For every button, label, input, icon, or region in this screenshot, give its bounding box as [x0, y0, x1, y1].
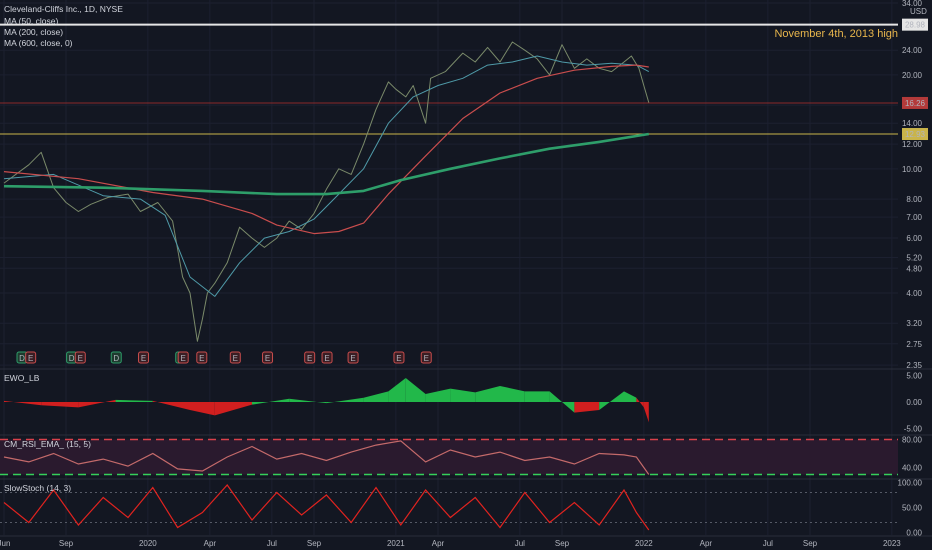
price-tick-label: 6.00: [906, 234, 922, 243]
event-marker-label[interactable]: D: [113, 354, 119, 363]
pane-tick-label: -5.00: [904, 425, 923, 434]
event-marker-label[interactable]: E: [181, 354, 186, 363]
event-marker-label[interactable]: E: [28, 354, 33, 363]
time-tick-label: Jul: [515, 539, 525, 548]
time-tick-label: Apr: [204, 539, 217, 548]
time-tick-label: Sep: [555, 539, 570, 548]
event-marker-label[interactable]: D: [69, 354, 75, 363]
price-tick-label: 12.00: [902, 140, 923, 149]
chart-canvas: DEDEDEDEEEEEEEEE EWO_LB5.000.00-5.00CM_R…: [0, 0, 932, 550]
time-tick-label: Jul: [267, 539, 277, 548]
price-tick-label: 4.80: [906, 264, 922, 273]
pane-tick-label: 100.00: [898, 479, 923, 488]
time-tick-label: 2020: [139, 539, 157, 548]
event-marker-label[interactable]: E: [307, 354, 312, 363]
rsi-band: [0, 439, 898, 475]
price-tag-label: 16.26: [905, 99, 926, 108]
time-tick-label: Sep: [59, 539, 74, 548]
time-tick-label: Jul: [763, 539, 773, 548]
event-marker-label[interactable]: E: [424, 354, 429, 363]
price-tick-label: 2.75: [906, 340, 922, 349]
time-tick-label: Sep: [803, 539, 818, 548]
price-tick-label: 20.00: [902, 71, 923, 80]
event-marker-label[interactable]: E: [78, 354, 83, 363]
pane-title[interactable]: CM_RSI_EMA_ (15, 5): [4, 439, 91, 449]
price-tick-label: 4.00: [906, 289, 922, 298]
indicator-label-ma50[interactable]: MA (50, close): [4, 16, 58, 26]
pane-tick-label: 5.00: [906, 371, 922, 380]
chart-title: Cleveland-Cliffs Inc., 1D, NYSE: [4, 4, 123, 14]
annotation-text: November 4th, 2013 high: [774, 28, 898, 40]
pane-tick-label: 80.00: [902, 436, 923, 445]
price-tag-label: 28.98: [905, 21, 926, 30]
price-tick-label: 8.00: [906, 195, 922, 204]
price-tick-label: 24.00: [902, 46, 923, 55]
event-marker-label[interactable]: E: [350, 354, 355, 363]
event-marker-label[interactable]: E: [396, 354, 401, 363]
time-tick-label: 2021: [387, 539, 405, 548]
price-tick-label: 5.20: [906, 253, 922, 262]
event-marker-label[interactable]: E: [324, 354, 329, 363]
time-tick-label: 2023: [883, 539, 901, 548]
pane-tick-label: 50.00: [902, 504, 923, 513]
price-tick-label: 2.35: [906, 361, 922, 370]
pane-tick-label: 40.00: [902, 464, 923, 473]
time-tick-label: Apr: [432, 539, 445, 548]
indicator-label-ma200[interactable]: MA (200, close): [4, 27, 63, 37]
price-tag-label: 12.93: [905, 130, 926, 139]
ewo-histogram-segment: [524, 391, 550, 402]
event-marker-label[interactable]: D: [19, 354, 25, 363]
indicator-label-ma600[interactable]: MA (600, close, 0): [4, 38, 73, 48]
event-marker-label[interactable]: E: [265, 354, 270, 363]
pane-title[interactable]: EWO_LB: [4, 373, 40, 383]
price-tick-label: 3.20: [906, 319, 922, 328]
pane-tick-label: 0.00: [906, 398, 922, 407]
price-tick-label: 10.00: [902, 165, 923, 174]
event-marker-label[interactable]: E: [199, 354, 204, 363]
event-marker-label[interactable]: E: [141, 354, 146, 363]
time-tick-label: Sep: [307, 539, 322, 548]
price-tick-label: 14.00: [902, 119, 923, 128]
time-tick-label: Apr: [700, 539, 713, 548]
event-marker-label[interactable]: E: [233, 354, 238, 363]
time-tick-label: Jun: [0, 539, 10, 548]
price-tick-label: 7.00: [906, 213, 922, 222]
currency-label: USD: [910, 7, 927, 16]
pane-title[interactable]: SlowStoch (14, 3): [4, 483, 71, 493]
time-tick-label: 2022: [635, 539, 653, 548]
